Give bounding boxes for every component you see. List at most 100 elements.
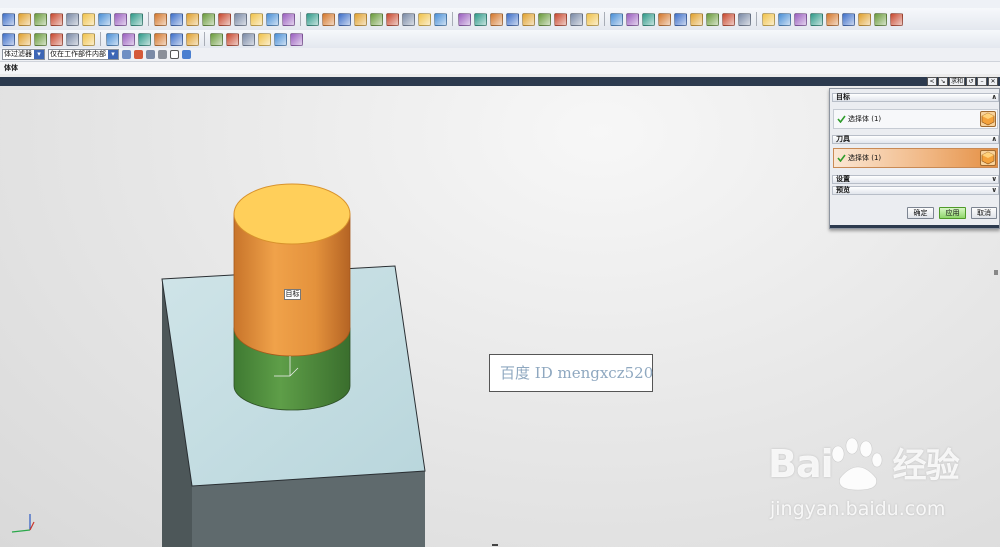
print-icon[interactable]	[890, 12, 903, 26]
preview-section-header[interactable]: 预览 ∨	[832, 186, 999, 195]
cancel-button[interactable]: 取消	[971, 207, 997, 219]
chevron-up-icon: ∧	[991, 135, 997, 143]
wrap-icon[interactable]	[138, 32, 151, 46]
draft-icon[interactable]	[642, 12, 655, 26]
shell-icon[interactable]	[202, 12, 215, 26]
pipe-icon[interactable]	[290, 32, 303, 46]
analysis-icon[interactable]	[386, 12, 399, 26]
extrude-icon[interactable]	[66, 12, 79, 26]
curve-icon[interactable]	[146, 50, 155, 59]
explode-icon[interactable]	[842, 12, 855, 26]
apply-button[interactable]: 应用	[939, 207, 966, 219]
subtract-icon[interactable]	[282, 12, 295, 26]
rib-icon[interactable]	[658, 12, 671, 26]
patch-icon[interactable]	[610, 12, 623, 26]
sheet-icon[interactable]	[122, 32, 135, 46]
fillet-icon[interactable]	[2, 32, 15, 46]
weld-icon[interactable]	[242, 32, 255, 46]
copy-icon[interactable]	[522, 12, 535, 26]
gear-icon[interactable]	[674, 12, 687, 26]
line-icon[interactable]	[98, 12, 111, 26]
type-filter-combo[interactable]: 体过滤器	[2, 49, 45, 60]
selection-scope-combo[interactable]: 仅在工作部件内部	[48, 49, 119, 60]
sketch-icon[interactable]	[50, 12, 63, 26]
tool-section-header[interactable]: 刀具 ∧	[832, 135, 999, 144]
body-icon[interactable]	[82, 32, 95, 46]
pattern-icon[interactable]	[354, 12, 367, 26]
ok-button[interactable]: 确定	[907, 207, 934, 219]
snap-icon[interactable]	[122, 50, 131, 59]
settings-section-header[interactable]: 设置 ∨	[832, 175, 999, 184]
chamfer-icon[interactable]	[186, 12, 199, 26]
revolve-icon[interactable]	[82, 12, 95, 26]
bolt-icon[interactable]	[706, 12, 719, 26]
blend-icon[interactable]	[170, 12, 183, 26]
reset-button[interactable]: ↘	[937, 77, 948, 86]
shaft-icon[interactable]	[794, 12, 807, 26]
pocket-icon[interactable]	[250, 12, 263, 26]
view-icon[interactable]	[18, 12, 31, 26]
move-icon[interactable]	[506, 12, 519, 26]
undo-button[interactable]: ↺	[966, 77, 976, 86]
nut-icon[interactable]	[722, 12, 735, 26]
split-icon[interactable]	[626, 12, 639, 26]
edge-icon[interactable]	[66, 32, 79, 46]
point-icon[interactable]	[154, 12, 167, 26]
arrow-icon[interactable]	[34, 32, 47, 46]
rotate-icon[interactable]	[158, 50, 167, 59]
box-select-icon[interactable]	[170, 50, 179, 59]
target-select-body[interactable]: 选择体 (1)	[833, 109, 998, 129]
arc-icon[interactable]	[114, 12, 127, 26]
selection-bar: 体过滤器 仅在工作部件内部	[0, 48, 1000, 62]
minimize-button[interactable]: –	[977, 77, 987, 86]
collapse-button[interactable]: <	[926, 77, 937, 86]
face-icon[interactable]	[50, 32, 63, 46]
tube-icon[interactable]	[258, 32, 271, 46]
spring-icon[interactable]	[690, 12, 703, 26]
cube-icon[interactable]	[182, 50, 191, 59]
csys-icon[interactable]	[458, 12, 471, 26]
hole-icon[interactable]	[218, 12, 231, 26]
measure-icon[interactable]	[370, 12, 383, 26]
snap-icon[interactable]	[418, 12, 431, 26]
section-icon[interactable]	[874, 12, 887, 26]
layer-icon[interactable]	[2, 12, 15, 26]
datum-icon[interactable]	[434, 12, 447, 26]
select-body-icon[interactable]	[980, 111, 996, 127]
close-button[interactable]: ✕	[988, 77, 998, 86]
spline-icon[interactable]	[130, 12, 143, 26]
sew-icon[interactable]	[586, 12, 599, 26]
mirror-icon[interactable]	[338, 12, 351, 26]
thicken-icon[interactable]	[570, 12, 583, 26]
boss-icon[interactable]	[234, 12, 247, 26]
render-icon[interactable]	[402, 12, 415, 26]
select-body-icon[interactable]	[980, 150, 996, 166]
feature-icon[interactable]	[106, 32, 119, 46]
emboss-icon[interactable]	[154, 32, 167, 46]
trim-icon[interactable]	[322, 12, 335, 26]
assembly-icon[interactable]	[810, 12, 823, 26]
flange-icon[interactable]	[170, 32, 183, 46]
bend-icon[interactable]	[186, 32, 199, 46]
boolean-title[interactable]: 求和	[948, 77, 965, 86]
unbend-icon[interactable]	[210, 32, 223, 46]
tool-select-body[interactable]: 选择体 (1)	[833, 148, 998, 168]
delete-icon[interactable]	[490, 12, 503, 26]
offset-icon[interactable]	[554, 12, 567, 26]
washer-icon[interactable]	[738, 12, 751, 26]
frame-icon[interactable]	[274, 32, 287, 46]
bearing-icon[interactable]	[778, 12, 791, 26]
cut-icon[interactable]	[226, 32, 239, 46]
drawing-icon[interactable]	[858, 12, 871, 26]
point-icon[interactable]	[134, 50, 143, 59]
curve-icon[interactable]	[18, 32, 31, 46]
intersect-icon[interactable]	[306, 12, 319, 26]
scale-icon[interactable]	[538, 12, 551, 26]
constraint-icon[interactable]	[826, 12, 839, 26]
orange-cylinder-top[interactable]	[233, 183, 351, 245]
target-section-header[interactable]: 目标 ∧	[832, 93, 999, 102]
edit-icon[interactable]	[474, 12, 487, 26]
union-icon[interactable]	[266, 12, 279, 26]
cube-icon[interactable]	[34, 12, 47, 26]
pin-icon[interactable]	[762, 12, 775, 26]
